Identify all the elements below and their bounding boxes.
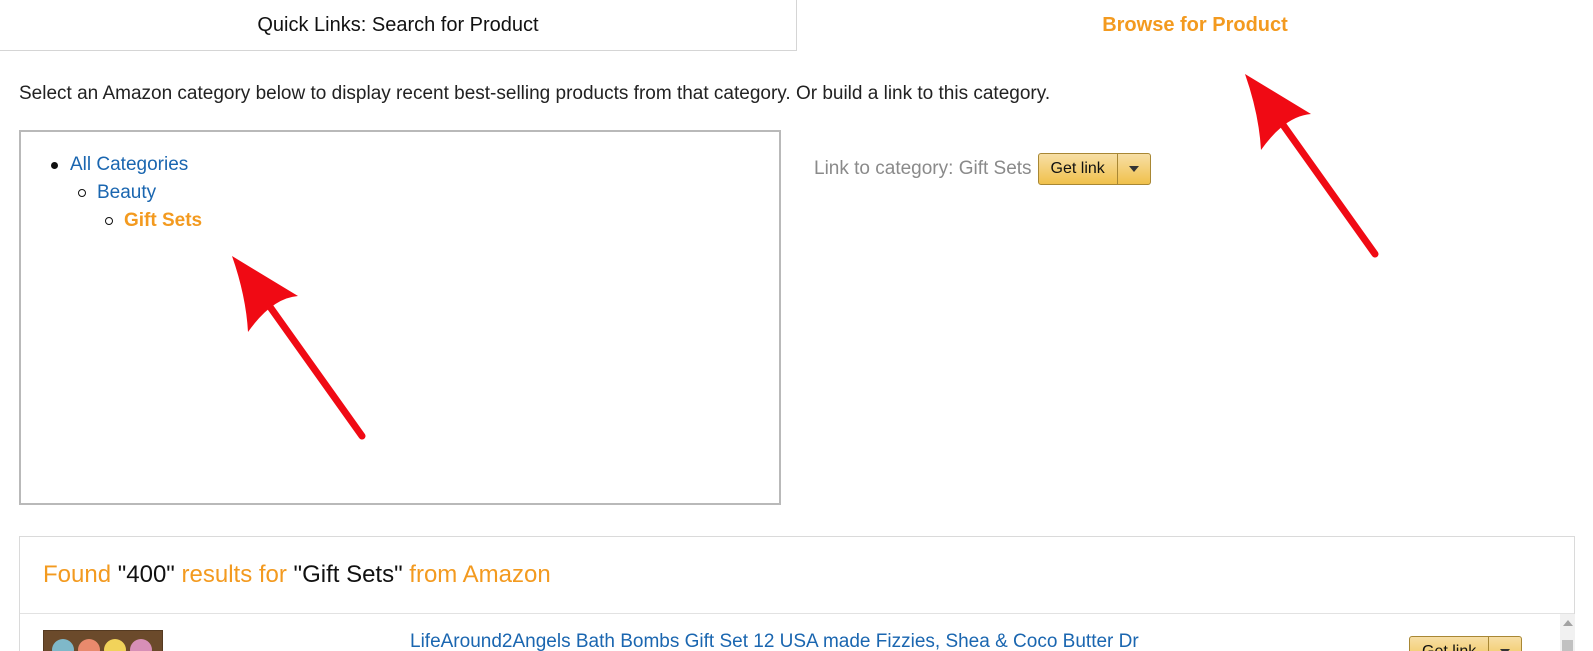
link-to-category-label: Link to category: Gift Sets (814, 158, 1032, 179)
tab-bar: Quick Links: Search for Product Browse f… (0, 0, 1593, 51)
scroll-thumb[interactable] (1562, 640, 1573, 651)
results-count: "400" (117, 561, 175, 588)
category-tree-panel: All Categories Beauty Gift Sets (19, 130, 781, 505)
results-source: from Amazon (409, 561, 551, 588)
red-arrow-icon (1245, 74, 1379, 258)
tree-item-all-categories: All Categories (51, 154, 188, 176)
results-header: Found "400" results for "Gift Sets" from… (20, 537, 1574, 614)
link-to-category-row: Link to category: Gift Sets Get link (814, 153, 1151, 185)
product-title-link[interactable]: LifeAround2Angels Bath Bombs Gift Set 12… (410, 631, 1139, 651)
results-summary: Found "400" results for "Gift Sets" from… (43, 561, 551, 589)
tree-item-gift-sets: Gift Sets (105, 210, 202, 232)
product-thumbnail[interactable] (43, 630, 163, 651)
get-link-split-button: Get link (1037, 153, 1151, 185)
row-get-link-dropdown[interactable] (1489, 637, 1521, 651)
chevron-down-icon (1128, 166, 1139, 172)
results-found-word: Found (43, 561, 112, 588)
tab-browse-for-product[interactable]: Browse for Product (797, 0, 1593, 51)
category-link-beauty[interactable]: Beauty (97, 182, 156, 204)
results-for-word: results for (181, 561, 287, 588)
category-link-all[interactable]: All Categories (70, 154, 188, 176)
results-panel: Found "400" results for "Gift Sets" from… (19, 536, 1575, 651)
results-scrollbar[interactable] (1560, 614, 1575, 651)
bullet-icon (78, 189, 86, 197)
get-link-button[interactable]: Get link (1039, 154, 1118, 184)
results-query: "Gift Sets" (293, 561, 403, 588)
row-get-link-split-button: Get link (1409, 636, 1523, 651)
scroll-up-icon[interactable] (1563, 620, 1573, 626)
instructions-text: Select an Amazon category below to displ… (19, 83, 1051, 104)
row-get-link-button[interactable]: Get link (1410, 637, 1490, 651)
get-link-dropdown[interactable] (1118, 154, 1150, 184)
tab-quick-links-label: Quick Links: Search for Product (257, 13, 539, 36)
tab-browse-label: Browse for Product (1102, 14, 1288, 36)
bullet-icon (105, 217, 113, 225)
bullet-icon (51, 161, 58, 169)
result-row: LifeAround2Angels Bath Bombs Gift Set 12… (20, 614, 1574, 651)
tree-item-beauty: Beauty (78, 182, 156, 204)
red-arrow-icon (232, 256, 366, 440)
category-current-gift-sets: Gift Sets (124, 210, 203, 231)
tab-quick-links[interactable]: Quick Links: Search for Product (0, 0, 797, 51)
